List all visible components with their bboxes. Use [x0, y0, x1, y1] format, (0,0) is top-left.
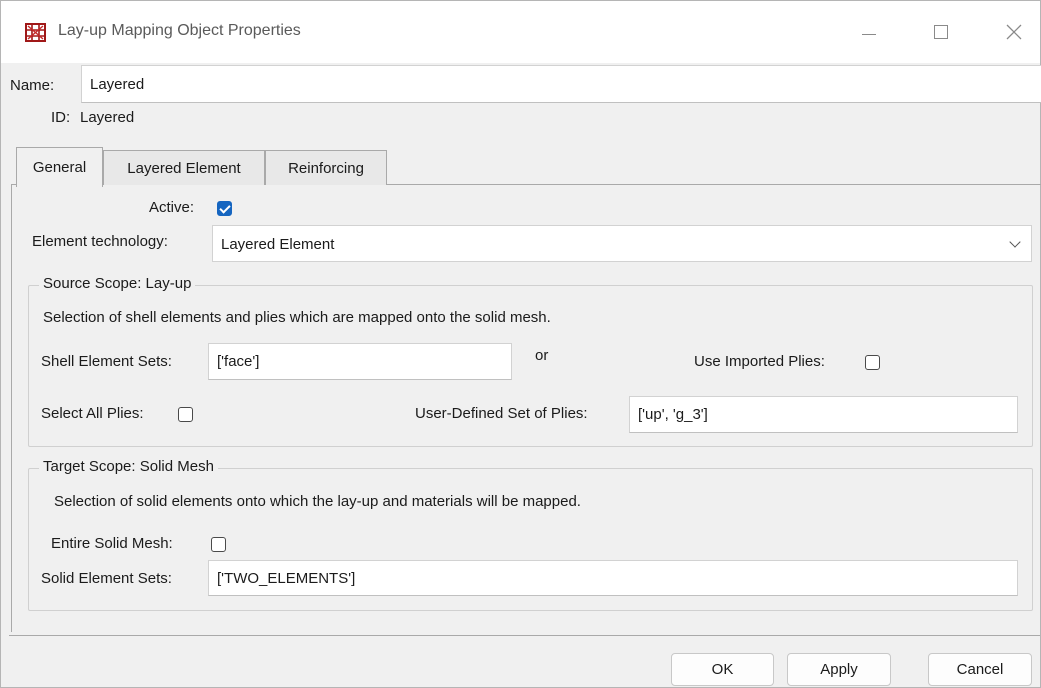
name-label: Name:	[10, 77, 55, 94]
id-label: ID:	[51, 109, 71, 126]
target-scope-description: Selection of solid elements onto which t…	[54, 493, 581, 510]
user-defined-plies-input[interactable]	[629, 396, 1018, 433]
name-input[interactable]	[81, 65, 1041, 103]
entire-solid-mesh-label: Entire Solid Mesh:	[51, 535, 173, 552]
element-technology-label: Element technology:	[32, 233, 168, 250]
shell-element-sets-input[interactable]	[208, 343, 512, 380]
user-defined-plies-label: User-Defined Set of Plies:	[415, 405, 588, 422]
divider	[9, 635, 1040, 636]
element-technology-select[interactable]: Layered Element	[212, 225, 1032, 262]
cancel-button[interactable]: Cancel	[928, 653, 1032, 686]
chevron-down-icon	[1009, 236, 1021, 248]
or-label: or	[535, 347, 549, 364]
maximize-icon[interactable]	[921, 15, 961, 49]
active-checkbox[interactable]	[217, 201, 232, 216]
ok-button[interactable]: OK	[671, 653, 774, 686]
solid-element-sets-input[interactable]	[208, 560, 1018, 596]
window-title: Lay-up Mapping Object Properties	[58, 22, 301, 39]
tab-general[interactable]: General	[16, 147, 103, 187]
source-scope-description: Selection of shell elements and plies wh…	[43, 309, 551, 326]
select-all-plies-label: Select All Plies:	[41, 405, 144, 422]
tab-reinforcing[interactable]: Reinforcing	[265, 150, 387, 185]
app-mesh-icon	[25, 23, 46, 42]
minimize-icon[interactable]	[849, 15, 889, 49]
use-imported-plies-label: Use Imported Plies:	[694, 353, 825, 370]
properties-dialog: Lay-up Mapping Object Properties Name: I…	[0, 0, 1041, 688]
close-icon[interactable]	[994, 15, 1034, 49]
select-all-plies-checkbox[interactable]	[178, 407, 193, 422]
tab-layered-element[interactable]: Layered Element	[103, 150, 265, 185]
title-bar[interactable]: Lay-up Mapping Object Properties	[1, 1, 1040, 63]
use-imported-plies-checkbox[interactable]	[865, 355, 880, 370]
solid-element-sets-label: Solid Element Sets:	[41, 570, 172, 587]
target-scope-title: Target Scope: Solid Mesh	[39, 458, 218, 475]
shell-element-sets-label: Shell Element Sets:	[41, 353, 172, 370]
source-scope-title: Source Scope: Lay-up	[39, 275, 196, 292]
apply-button[interactable]: Apply	[787, 653, 891, 686]
active-label: Active:	[149, 199, 195, 216]
entire-solid-mesh-checkbox[interactable]	[211, 537, 226, 552]
id-value: Layered	[80, 109, 135, 126]
element-technology-value: Layered Element	[221, 236, 335, 253]
